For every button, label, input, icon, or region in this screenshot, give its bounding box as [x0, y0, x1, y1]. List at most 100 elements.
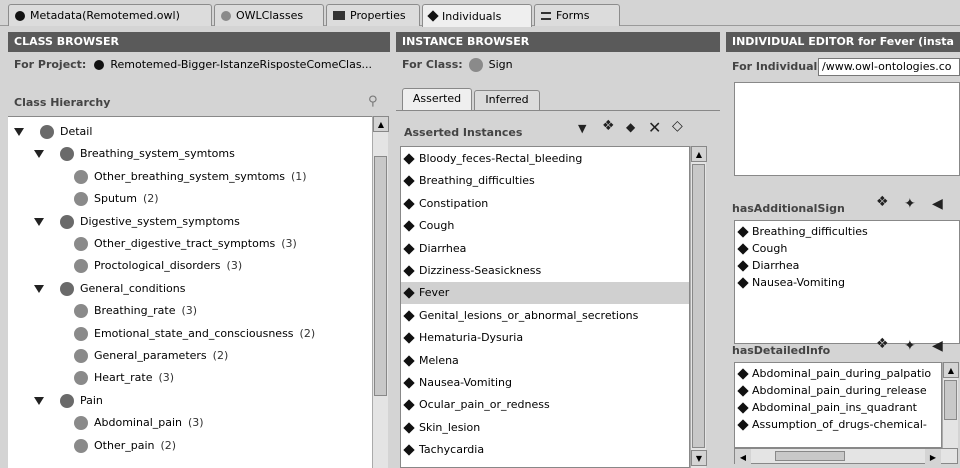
detailed-info-hscrollbar[interactable]: ◀ ▶ [734, 448, 958, 465]
scroll-thumb[interactable] [944, 380, 957, 420]
detailed-info-scrollbar[interactable]: ▲ [942, 362, 959, 448]
value-item[interactable]: Abdominal_pain_during_release [737, 382, 927, 399]
create-value-icon[interactable]: ✦ [904, 196, 916, 212]
add-value-icon[interactable]: ❖ [876, 194, 889, 210]
tree-node[interactable]: Proctological_disorders (3) [74, 255, 242, 277]
edit-diamond-icon[interactable]: ◇ [672, 118, 683, 134]
instance-item[interactable]: Bloody_feces-Rectal_bleeding [401, 148, 689, 170]
create-instance-icon[interactable]: ❖ [602, 118, 615, 134]
instance-item[interactable]: Melena [401, 350, 689, 372]
class-value: Sign [488, 58, 513, 71]
scroll-thumb[interactable] [692, 164, 705, 448]
tree-node[interactable]: General_parameters (2) [74, 345, 228, 367]
instance-item[interactable]: Hematuria-Dysuria [401, 327, 689, 349]
tree-node[interactable]: Other_breathing_system_symtoms (1) [74, 166, 307, 188]
tree-node-label: Pain [80, 393, 103, 407]
tree-node[interactable]: Abdominal_pain (3) [74, 412, 204, 434]
instance-diamond-icon [403, 310, 415, 322]
tree-node[interactable]: Heart_rate (3) [74, 367, 174, 389]
value-item[interactable]: Abdominal_pain_ins_quadrant [737, 399, 917, 416]
tab-forms[interactable]: Forms [534, 4, 620, 26]
scroll-left-arrow-icon[interactable]: ◀ [735, 449, 751, 465]
expand-triangle-icon[interactable] [14, 128, 24, 136]
tree-node[interactable]: Sputum (2) [74, 188, 159, 210]
instance-item[interactable]: Constipation [401, 193, 689, 215]
instance-item[interactable]: Breathing_difficulties [401, 170, 689, 192]
expand-triangle-icon[interactable] [34, 284, 44, 293]
scroll-down-arrow-icon[interactable]: ▼ [691, 450, 707, 466]
instance-item[interactable]: Tachycardia [401, 439, 689, 461]
expand-triangle-icon[interactable] [34, 217, 44, 226]
dropdown-arrow-icon[interactable]: ▼ [578, 122, 586, 135]
value-item[interactable]: Assumption_of_drugs-chemical- [737, 416, 927, 433]
tree-node-count: (3) [188, 416, 204, 430]
scroll-thumb[interactable] [374, 156, 387, 396]
value-item[interactable]: Cough [737, 240, 787, 257]
tab-individuals[interactable]: Individuals [422, 4, 532, 27]
tree-node[interactable]: General_conditions [34, 278, 185, 300]
tab-label: OWLClasses [236, 9, 304, 22]
value-diamond-icon [737, 259, 749, 272]
tree-node[interactable]: Breathing_rate (3) [74, 300, 197, 322]
tree-node[interactable]: Breathing_system_symtoms [34, 143, 235, 165]
tab-asserted[interactable]: Asserted [402, 88, 472, 110]
class-node-icon [74, 371, 88, 386]
instance-item[interactable]: Genital_lesions_or_abnormal_secretions [401, 305, 689, 327]
instance-item[interactable]: Ocular_pain_or_redness [401, 394, 689, 416]
scroll-up-arrow-icon[interactable]: ▲ [691, 146, 707, 162]
tab-inferred[interactable]: Inferred [474, 90, 540, 110]
tree-node-label: General_conditions [80, 281, 186, 295]
individual-uri-field[interactable]: /www.owl-ontologies.co [818, 58, 960, 76]
instance-item[interactable]: Skin_lesion [401, 417, 689, 439]
add-value-icon[interactable]: ❖ [876, 336, 889, 352]
remove-value-icon[interactable]: ◀ [932, 338, 943, 354]
tree-node-label: Heart_rate [94, 371, 153, 385]
value-item[interactable]: Breathing_difficulties [737, 223, 868, 240]
delete-icon[interactable]: ✕ [648, 118, 661, 137]
tree-node[interactable]: Digestive_system_symptoms [34, 211, 240, 233]
class-hierarchy-label: Class Hierarchy [14, 96, 111, 109]
expand-triangle-icon[interactable] [34, 150, 44, 159]
instance-item[interactable]: Nausea-Vomiting [401, 372, 689, 394]
expand-triangle-icon[interactable] [34, 396, 44, 405]
individual-editor-title: INDIVIDUAL EDITOR for Fever (insta [726, 32, 960, 52]
value-diamond-icon [737, 242, 749, 255]
instance-item[interactable]: Fever [401, 282, 689, 305]
tree-node[interactable]: Emotional_state_and_consciousness (2) [74, 323, 315, 345]
remove-value-icon[interactable]: ◀ [932, 196, 943, 212]
value-label: Abdominal_pain_during_release [752, 384, 927, 397]
has-additional-sign-label: hasAdditionalSign [732, 202, 845, 215]
instance-item[interactable]: Diarrhea [401, 238, 689, 260]
tab-metadata[interactable]: Metadata(Remotemed.owl) [8, 4, 212, 26]
instance-label: Hematuria-Dysuria [419, 331, 524, 345]
scroll-thumb[interactable] [775, 451, 845, 461]
value-label: Breathing_difficulties [752, 225, 868, 238]
create-value-icon[interactable]: ✦ [904, 338, 916, 354]
value-item[interactable]: Abdominal_pain_during_palpatio [737, 365, 931, 382]
instance-label: Ocular_pain_or_redness [419, 398, 550, 412]
instance-list-scrollbar[interactable]: ▲ ▼ [690, 146, 707, 468]
value-item[interactable]: Nausea-Vomiting [737, 274, 845, 291]
tree-node[interactable]: Other_digestive_tract_symptoms (3) [74, 233, 297, 255]
instance-item[interactable]: Cough [401, 215, 689, 237]
tree-node[interactable]: Pain [34, 390, 103, 412]
tree-node[interactable]: Detail [14, 121, 92, 143]
tab-label: Metadata(Remotemed.owl) [30, 9, 180, 22]
value-label: Assumption_of_drugs-chemical- [752, 418, 927, 431]
main-tab-bar: Metadata(Remotemed.owl) OWLClasses Prope… [0, 0, 960, 27]
scroll-up-arrow-icon[interactable]: ▲ [943, 362, 959, 378]
diamond-small-icon[interactable]: ◆ [626, 120, 635, 134]
instance-item[interactable]: Dizziness-Seasickness [401, 260, 689, 282]
class-node-icon [74, 416, 88, 431]
tab-properties[interactable]: Properties [326, 4, 420, 26]
scroll-up-arrow-icon[interactable]: ▲ [373, 116, 389, 132]
tab-owlclasses[interactable]: OWLClasses [214, 4, 324, 26]
search-icon[interactable]: ⚲ [368, 94, 378, 109]
instance-label: Tachycardia [419, 443, 485, 457]
scroll-right-arrow-icon[interactable]: ▶ [925, 449, 941, 465]
value-item[interactable]: Diarrhea [737, 257, 799, 274]
class-tree-scrollbar[interactable]: ▲ [372, 116, 389, 468]
annotation-area[interactable] [734, 82, 960, 176]
tree-node[interactable]: Other_pain (2) [74, 435, 176, 457]
class-node-icon [74, 304, 88, 319]
